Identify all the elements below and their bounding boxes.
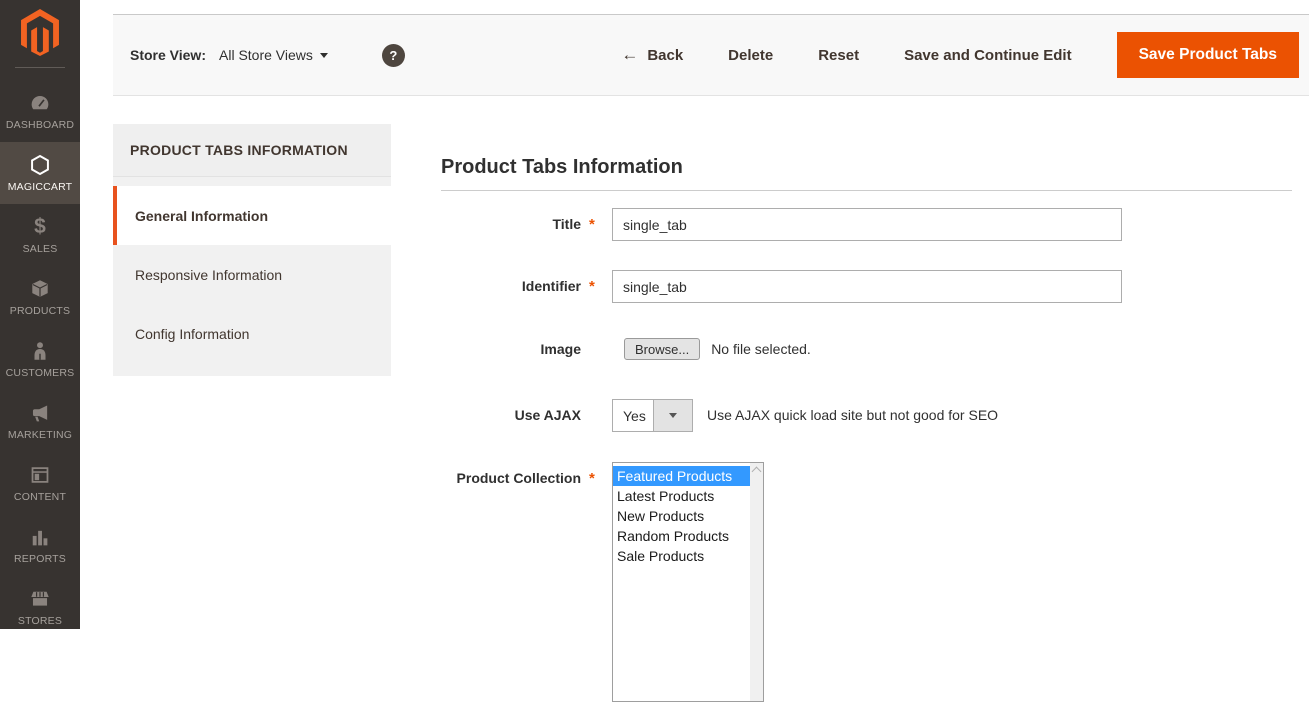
sidebar-menu: DASHBOARD MAGICCART $ SALES PRODUCTS: [0, 80, 80, 638]
use-ajax-selected-value: Yes: [613, 400, 653, 431]
required-marker: *: [581, 462, 612, 487]
back-button[interactable]: ← Back: [621, 45, 683, 65]
content-icon: [28, 464, 52, 486]
chevron-down-icon: [320, 53, 328, 58]
magento-logo[interactable]: [0, 0, 80, 56]
image-field-row: Image Browse... No file selected.: [441, 338, 1301, 360]
tabs-panel: PRODUCT TABS INFORMATION General Informa…: [113, 124, 391, 376]
products-icon: [28, 278, 52, 300]
magiccart-icon: [28, 154, 52, 176]
select-arrow-button[interactable]: [653, 400, 692, 431]
file-status-text: No file selected.: [711, 338, 811, 357]
sidebar-item-label: PRODUCTS: [10, 305, 71, 317]
delete-button[interactable]: Delete: [728, 47, 773, 64]
required-marker: *: [581, 270, 612, 295]
sidebar-item-label: SALES: [23, 243, 58, 255]
identifier-input[interactable]: [612, 270, 1122, 303]
identifier-field-row: Identifier *: [441, 270, 1301, 303]
product-collection-listbox[interactable]: Featured Products Latest Products New Pr…: [612, 462, 764, 702]
use-ajax-select[interactable]: Yes: [612, 399, 693, 432]
listbox-option-random-products[interactable]: Random Products: [613, 526, 763, 546]
tab-config-information[interactable]: Config Information: [113, 304, 391, 363]
chevron-down-icon: [669, 413, 677, 418]
save-product-tabs-button[interactable]: Save Product Tabs: [1117, 32, 1299, 78]
sidebar-item-products[interactable]: PRODUCTS: [0, 266, 80, 328]
listbox-option-new-products[interactable]: New Products: [613, 506, 763, 526]
store-view-label: Store View:: [130, 47, 206, 63]
listbox-scrollbar[interactable]: [750, 463, 763, 701]
title-label: Title: [441, 208, 581, 232]
sidebar-item-label: DASHBOARD: [6, 119, 74, 131]
sidebar-item-label: STORES: [18, 615, 62, 627]
heading-divider: [441, 190, 1292, 191]
reset-button[interactable]: Reset: [818, 47, 859, 64]
marketing-icon: [28, 402, 52, 424]
listbox-option-sale-products[interactable]: Sale Products: [613, 546, 763, 566]
title-input[interactable]: [612, 208, 1122, 241]
listbox-option-latest-products[interactable]: Latest Products: [613, 486, 763, 506]
store-view-switcher[interactable]: All Store Views: [219, 47, 328, 63]
browse-button[interactable]: Browse...: [624, 338, 700, 360]
back-arrow-icon: ←: [621, 45, 638, 65]
required-marker: *: [581, 208, 612, 233]
use-ajax-note: Use AJAX quick load site but not good fo…: [707, 399, 998, 423]
sidebar-item-sales[interactable]: $ SALES: [0, 204, 80, 266]
required-marker-empty: [581, 399, 612, 407]
admin-sidebar: DASHBOARD MAGICCART $ SALES PRODUCTS: [0, 0, 80, 629]
sales-icon: $: [28, 216, 52, 238]
magento-logo-icon: [19, 9, 61, 56]
use-ajax-label: Use AJAX: [441, 399, 581, 423]
toolbar-actions: ← Back Delete Reset Save and Continue Ed…: [621, 32, 1299, 78]
stores-icon: [28, 588, 52, 610]
sidebar-item-customers[interactable]: CUSTOMERS: [0, 328, 80, 390]
sidebar-item-reports[interactable]: REPORTS: [0, 514, 80, 576]
tab-general-information[interactable]: General Information: [113, 186, 391, 245]
back-button-label: Back: [647, 47, 683, 64]
sidebar-item-dashboard[interactable]: DASHBOARD: [0, 80, 80, 142]
dashboard-icon: [28, 92, 52, 114]
tabs-panel-list: General Information Responsive Informati…: [113, 177, 391, 376]
sidebar-item-label: CUSTOMERS: [6, 367, 75, 379]
sidebar-item-content[interactable]: CONTENT: [0, 452, 80, 514]
sidebar-item-marketing[interactable]: MARKETING: [0, 390, 80, 452]
product-collection-field-row: Product Collection * Featured Products L…: [441, 462, 1301, 702]
page-action-toolbar: Store View: All Store Views ? ← Back Del…: [113, 14, 1309, 96]
sidebar-item-label: MARKETING: [8, 429, 72, 441]
identifier-label: Identifier: [441, 270, 581, 294]
store-view-value: All Store Views: [219, 47, 313, 63]
sidebar-item-magiccart[interactable]: MAGICCART: [0, 142, 80, 204]
use-ajax-field-row: Use AJAX Yes Use AJAX quick load site bu…: [441, 399, 1301, 432]
tab-responsive-information[interactable]: Responsive Information: [113, 245, 391, 304]
page-title: Product Tabs Information: [441, 156, 683, 179]
sidebar-item-label: REPORTS: [14, 553, 66, 565]
reports-icon: [28, 526, 52, 548]
product-collection-label: Product Collection: [441, 462, 581, 486]
help-icon[interactable]: ?: [382, 44, 405, 67]
image-label: Image: [441, 338, 581, 357]
scroll-up-icon: [752, 467, 762, 477]
sidebar-item-label: MAGICCART: [8, 181, 73, 193]
customers-icon: [28, 340, 52, 362]
sidebar-divider: [15, 67, 65, 68]
listbox-option-featured-products[interactable]: Featured Products: [613, 466, 763, 486]
sidebar-item-label: CONTENT: [14, 491, 66, 503]
tabs-panel-title: PRODUCT TABS INFORMATION: [113, 124, 391, 177]
title-field-row: Title *: [441, 208, 1301, 241]
save-and-continue-button[interactable]: Save and Continue Edit: [904, 47, 1072, 64]
